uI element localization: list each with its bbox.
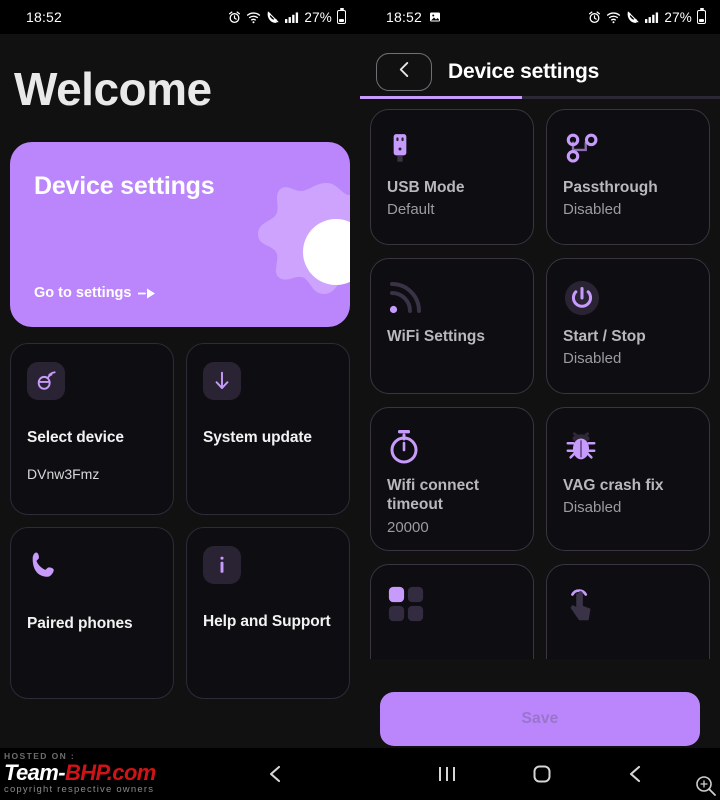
home-icon[interactable] [532, 764, 552, 784]
battery-icon [697, 8, 706, 24]
download-arrow-icon [203, 362, 241, 400]
status-bar-right-group: 27% [228, 8, 346, 25]
stopwatch-icon [387, 424, 517, 470]
status-bar-left-group: 18:52 [26, 9, 62, 25]
nav-bar-right [360, 748, 720, 800]
usb-icon [387, 126, 517, 172]
setting-card-apps-grid[interactable] [370, 563, 534, 659]
status-bar-right: 18:52 27% [360, 0, 720, 34]
settings-grid: USB Mode Default Passthrough Disabled Wi… [370, 109, 710, 659]
zoom-in-icon[interactable] [694, 774, 718, 798]
home-icon[interactable] [172, 764, 192, 784]
setting-card-passthrough[interactable]: Passthrough Disabled [546, 109, 710, 245]
save-button-container: Save [360, 692, 720, 746]
setting-title: Wifi connect timeout [387, 477, 480, 514]
call-mute-icon [266, 11, 280, 24]
alarm-icon [588, 10, 601, 24]
signal-icon [285, 11, 299, 24]
setting-value: Default [387, 201, 435, 219]
nav-bar-left [0, 748, 360, 800]
back-icon[interactable] [627, 764, 643, 784]
wifi-icon [606, 11, 621, 24]
status-time: 18:52 [386, 9, 423, 25]
status-time: 18:52 [26, 9, 63, 25]
tile-title: Select device [27, 429, 124, 446]
info-icon [203, 546, 241, 584]
go-to-settings-link[interactable]: Go to settings [34, 285, 158, 301]
recents-icon[interactable] [437, 765, 457, 783]
chevron-left-icon [397, 60, 412, 84]
setting-card-wifi-connect-timeout[interactable]: Wifi connect timeout 20000 [370, 407, 534, 551]
tile-select-device[interactable]: Select device DVnw3Fmz [10, 343, 174, 515]
save-button[interactable]: Save [380, 692, 700, 746]
device-settings-hero-card[interactable]: Device settings Go to settings [10, 142, 350, 327]
setting-card-vag-crash-fix[interactable]: VAG crash fix Disabled [546, 407, 710, 551]
arrow-right-icon [138, 288, 158, 299]
image-icon [429, 11, 441, 23]
setting-card-wifi-settings[interactable]: WiFi Settings [370, 258, 534, 394]
left-phone-screen: 18:52 27% Welcome Device settings Go to … [0, 0, 360, 800]
app-bar-title: Device settings [448, 60, 600, 83]
tile-paired-phones[interactable]: Paired phones [10, 527, 174, 699]
signal-icon [645, 11, 659, 24]
tile-title: System update [203, 429, 312, 446]
tile-help-and-support[interactable]: Help and Support [186, 527, 350, 699]
battery-icon [337, 8, 346, 24]
app-bar: Device settings [360, 34, 720, 96]
settings-scroll-area[interactable]: USB Mode Default Passthrough Disabled Wi… [360, 99, 720, 659]
back-icon[interactable] [267, 764, 283, 784]
setting-title: VAG crash fix [563, 477, 664, 494]
status-battery-percent: 27% [304, 9, 332, 25]
setting-title: Passthrough [563, 179, 658, 196]
gear-decoration-icon [258, 183, 350, 294]
grid-apps-icon [387, 581, 517, 627]
alarm-icon [228, 10, 241, 24]
setting-title: Start / Stop [563, 328, 646, 345]
status-bar-left: 18:52 27% [0, 0, 360, 34]
setting-value: 20000 [387, 518, 429, 536]
wifi-signal-icon [387, 275, 517, 321]
dual-screenshot: 18:52 27% Welcome Device settings Go to … [0, 0, 720, 800]
passthrough-nodes-icon [563, 126, 693, 172]
setting-card-tap-gesture[interactable] [546, 563, 710, 659]
go-to-settings-label: Go to settings [34, 285, 132, 301]
tile-title: Help and Support [203, 613, 331, 630]
tile-system-update[interactable]: System update [186, 343, 350, 515]
home-tile-grid: Select device DVnw3Fmz System update Pai… [0, 327, 360, 699]
setting-value: Disabled [563, 499, 622, 517]
setting-value: Disabled [563, 350, 622, 368]
setting-title: USB Mode [387, 179, 465, 196]
call-mute-icon [626, 11, 640, 24]
setting-card-usb-mode[interactable]: USB Mode Default [370, 109, 534, 245]
status-bar-left-group: 18:52 [386, 9, 441, 25]
page-title: Welcome [14, 63, 212, 115]
setting-card-start-stop[interactable]: Start / Stop Disabled [546, 258, 710, 394]
recents-icon[interactable] [77, 765, 97, 783]
setting-title: WiFi Settings [387, 328, 486, 345]
status-battery-percent: 27% [664, 9, 692, 25]
tile-subtitle: DVnw3Fmz [27, 466, 100, 483]
status-bar-right-group: 27% [588, 8, 706, 25]
wifi-icon [246, 11, 261, 24]
power-icon [563, 275, 693, 321]
hero-title: Device settings [34, 172, 215, 200]
device-broadcast-icon [27, 362, 65, 400]
right-phone-screen: 18:52 27% Device settings USB Mode Defau… [360, 0, 720, 800]
setting-value: Disabled [563, 201, 622, 219]
back-button[interactable] [376, 53, 432, 91]
tap-gesture-icon [563, 581, 693, 627]
phone-handset-icon [27, 546, 67, 586]
bug-icon [563, 424, 693, 470]
tile-title: Paired phones [27, 615, 133, 632]
